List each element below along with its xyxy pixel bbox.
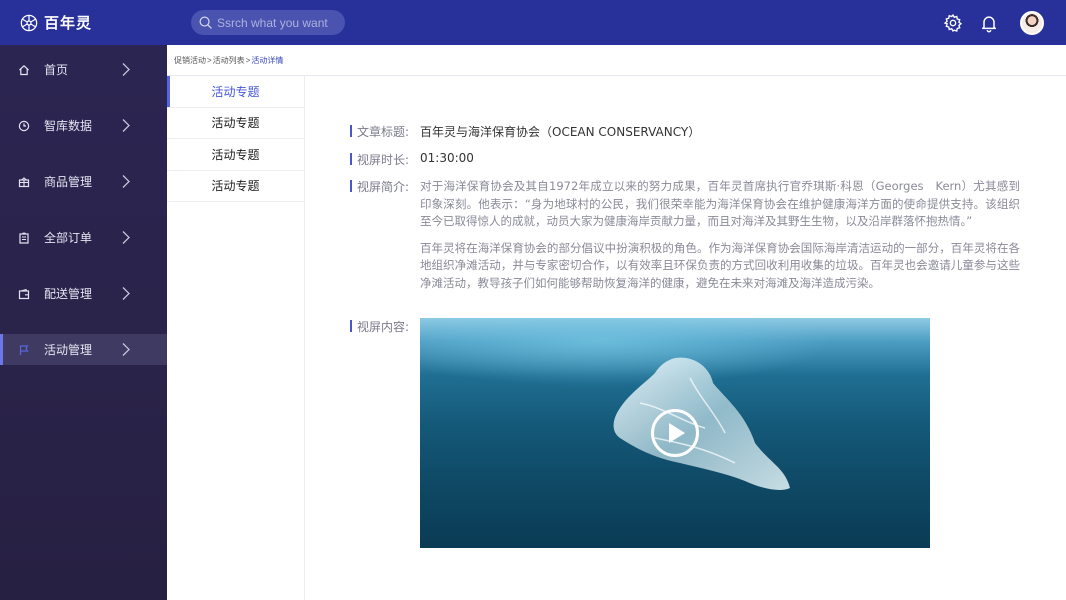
breadcrumb-item-activity-detail: 活动详情 xyxy=(251,55,284,65)
breadcrumb-item-promotions[interactable]: 促销活动 xyxy=(174,55,206,66)
top-right-actions xyxy=(928,10,1066,35)
breadcrumb-item-activity-list[interactable]: 活动列表 xyxy=(213,55,245,66)
sidebar-item-label: 首页 xyxy=(44,63,69,77)
video-duration: 01:30:00 xyxy=(420,151,474,165)
sidebar-item-orders[interactable]: 全部订单 xyxy=(0,222,167,253)
description-paragraph: 百年灵将在海洋保育协会的部分倡议中扮演积极的角色。作为海洋保育协会国际海岸清洁运… xyxy=(420,240,1020,290)
sidebar-item-products[interactable]: 商品管理 xyxy=(0,166,167,197)
sidebar-item-delivery[interactable]: 配送管理 xyxy=(0,278,167,309)
search-box[interactable] xyxy=(191,10,345,35)
sidebar-item-label: 智库数据 xyxy=(44,119,93,133)
gift-icon xyxy=(18,176,30,188)
intro-row: 视屏简介: 对于海洋保育协会及其自1972年成立以来的努力成果，百年灵首席执行官… xyxy=(350,178,1020,292)
chevron-right-icon xyxy=(122,63,130,76)
field-label: 视屏简介: xyxy=(350,178,420,292)
sidebar-item-label: 活动管理 xyxy=(44,343,93,357)
clipboard-icon xyxy=(18,232,30,244)
chevron-right-icon xyxy=(122,231,130,244)
breadcrumb-separator: > xyxy=(207,55,212,65)
list-item[interactable]: 活动专题 xyxy=(167,108,304,139)
field-label: 视屏时长: xyxy=(350,151,420,168)
chevron-right-icon xyxy=(122,175,130,188)
sidebar-item-label: 商品管理 xyxy=(44,175,93,189)
chevron-right-icon xyxy=(122,119,130,132)
notifications-button[interactable] xyxy=(978,12,1000,34)
gear-icon xyxy=(943,13,963,32)
breadcrumb: 促销活动 > 活动列表 > 活动详情 xyxy=(167,45,1066,76)
search-icon xyxy=(199,16,212,29)
list-item[interactable]: 活动专题 xyxy=(167,139,304,171)
description-paragraph: 对于海洋保育协会及其自1972年成立以来的努力成果，百年灵首席执行官乔琪斯·科恩… xyxy=(420,179,1020,228)
title-row: 文章标题: 百年灵与海洋保育协会（OCEAN CONSERVANCY） xyxy=(350,123,700,140)
chevron-right-icon xyxy=(122,287,130,300)
user-avatar[interactable] xyxy=(1020,10,1044,35)
snowflake-logo-icon xyxy=(20,14,38,31)
breadcrumb-separator: > xyxy=(245,55,251,65)
list-item[interactable]: 活动专题 xyxy=(167,76,304,108)
settings-button[interactable] xyxy=(942,12,964,34)
flag-icon xyxy=(18,344,30,356)
search-input[interactable] xyxy=(217,15,339,30)
play-button[interactable] xyxy=(651,409,699,457)
sidebar: 首页 智库数据 商品管理 全部订单 配送管理 活动管理 xyxy=(0,45,167,600)
list-item[interactable]: 活动专题 xyxy=(167,171,304,202)
clock-icon xyxy=(18,120,30,132)
sidebar-item-data-library[interactable]: 智库数据 xyxy=(0,110,167,141)
bell-icon xyxy=(982,15,996,32)
field-label: 文章标题: xyxy=(350,123,420,140)
duration-row: 视屏时长: 01:30:00 xyxy=(350,151,474,168)
chevron-right-icon xyxy=(122,343,130,356)
activity-topic-list: 活动专题 活动专题 活动专题 活动专题 xyxy=(167,76,305,600)
brand[interactable]: 百年灵 xyxy=(0,12,167,33)
top-bar: 百年灵 xyxy=(0,0,1066,45)
sidebar-item-label: 配送管理 xyxy=(44,287,93,301)
wallet-icon xyxy=(18,288,30,300)
sidebar-item-label: 全部订单 xyxy=(44,231,93,245)
field-label: 视屏内容: xyxy=(350,318,420,335)
video-description: 对于海洋保育协会及其自1972年成立以来的努力成果，百年灵首席执行官乔琪斯·科恩… xyxy=(420,178,1020,292)
article-title: 百年灵与海洋保育协会（OCEAN CONSERVANCY） xyxy=(420,125,701,139)
play-icon xyxy=(669,423,685,443)
video-player[interactable] xyxy=(420,318,930,548)
brand-name: 百年灵 xyxy=(44,14,93,32)
sidebar-item-home[interactable]: 首页 xyxy=(0,54,167,85)
home-icon xyxy=(18,64,30,76)
sidebar-item-activities[interactable]: 活动管理 xyxy=(0,334,167,365)
content-row: 视屏内容: xyxy=(350,318,420,335)
